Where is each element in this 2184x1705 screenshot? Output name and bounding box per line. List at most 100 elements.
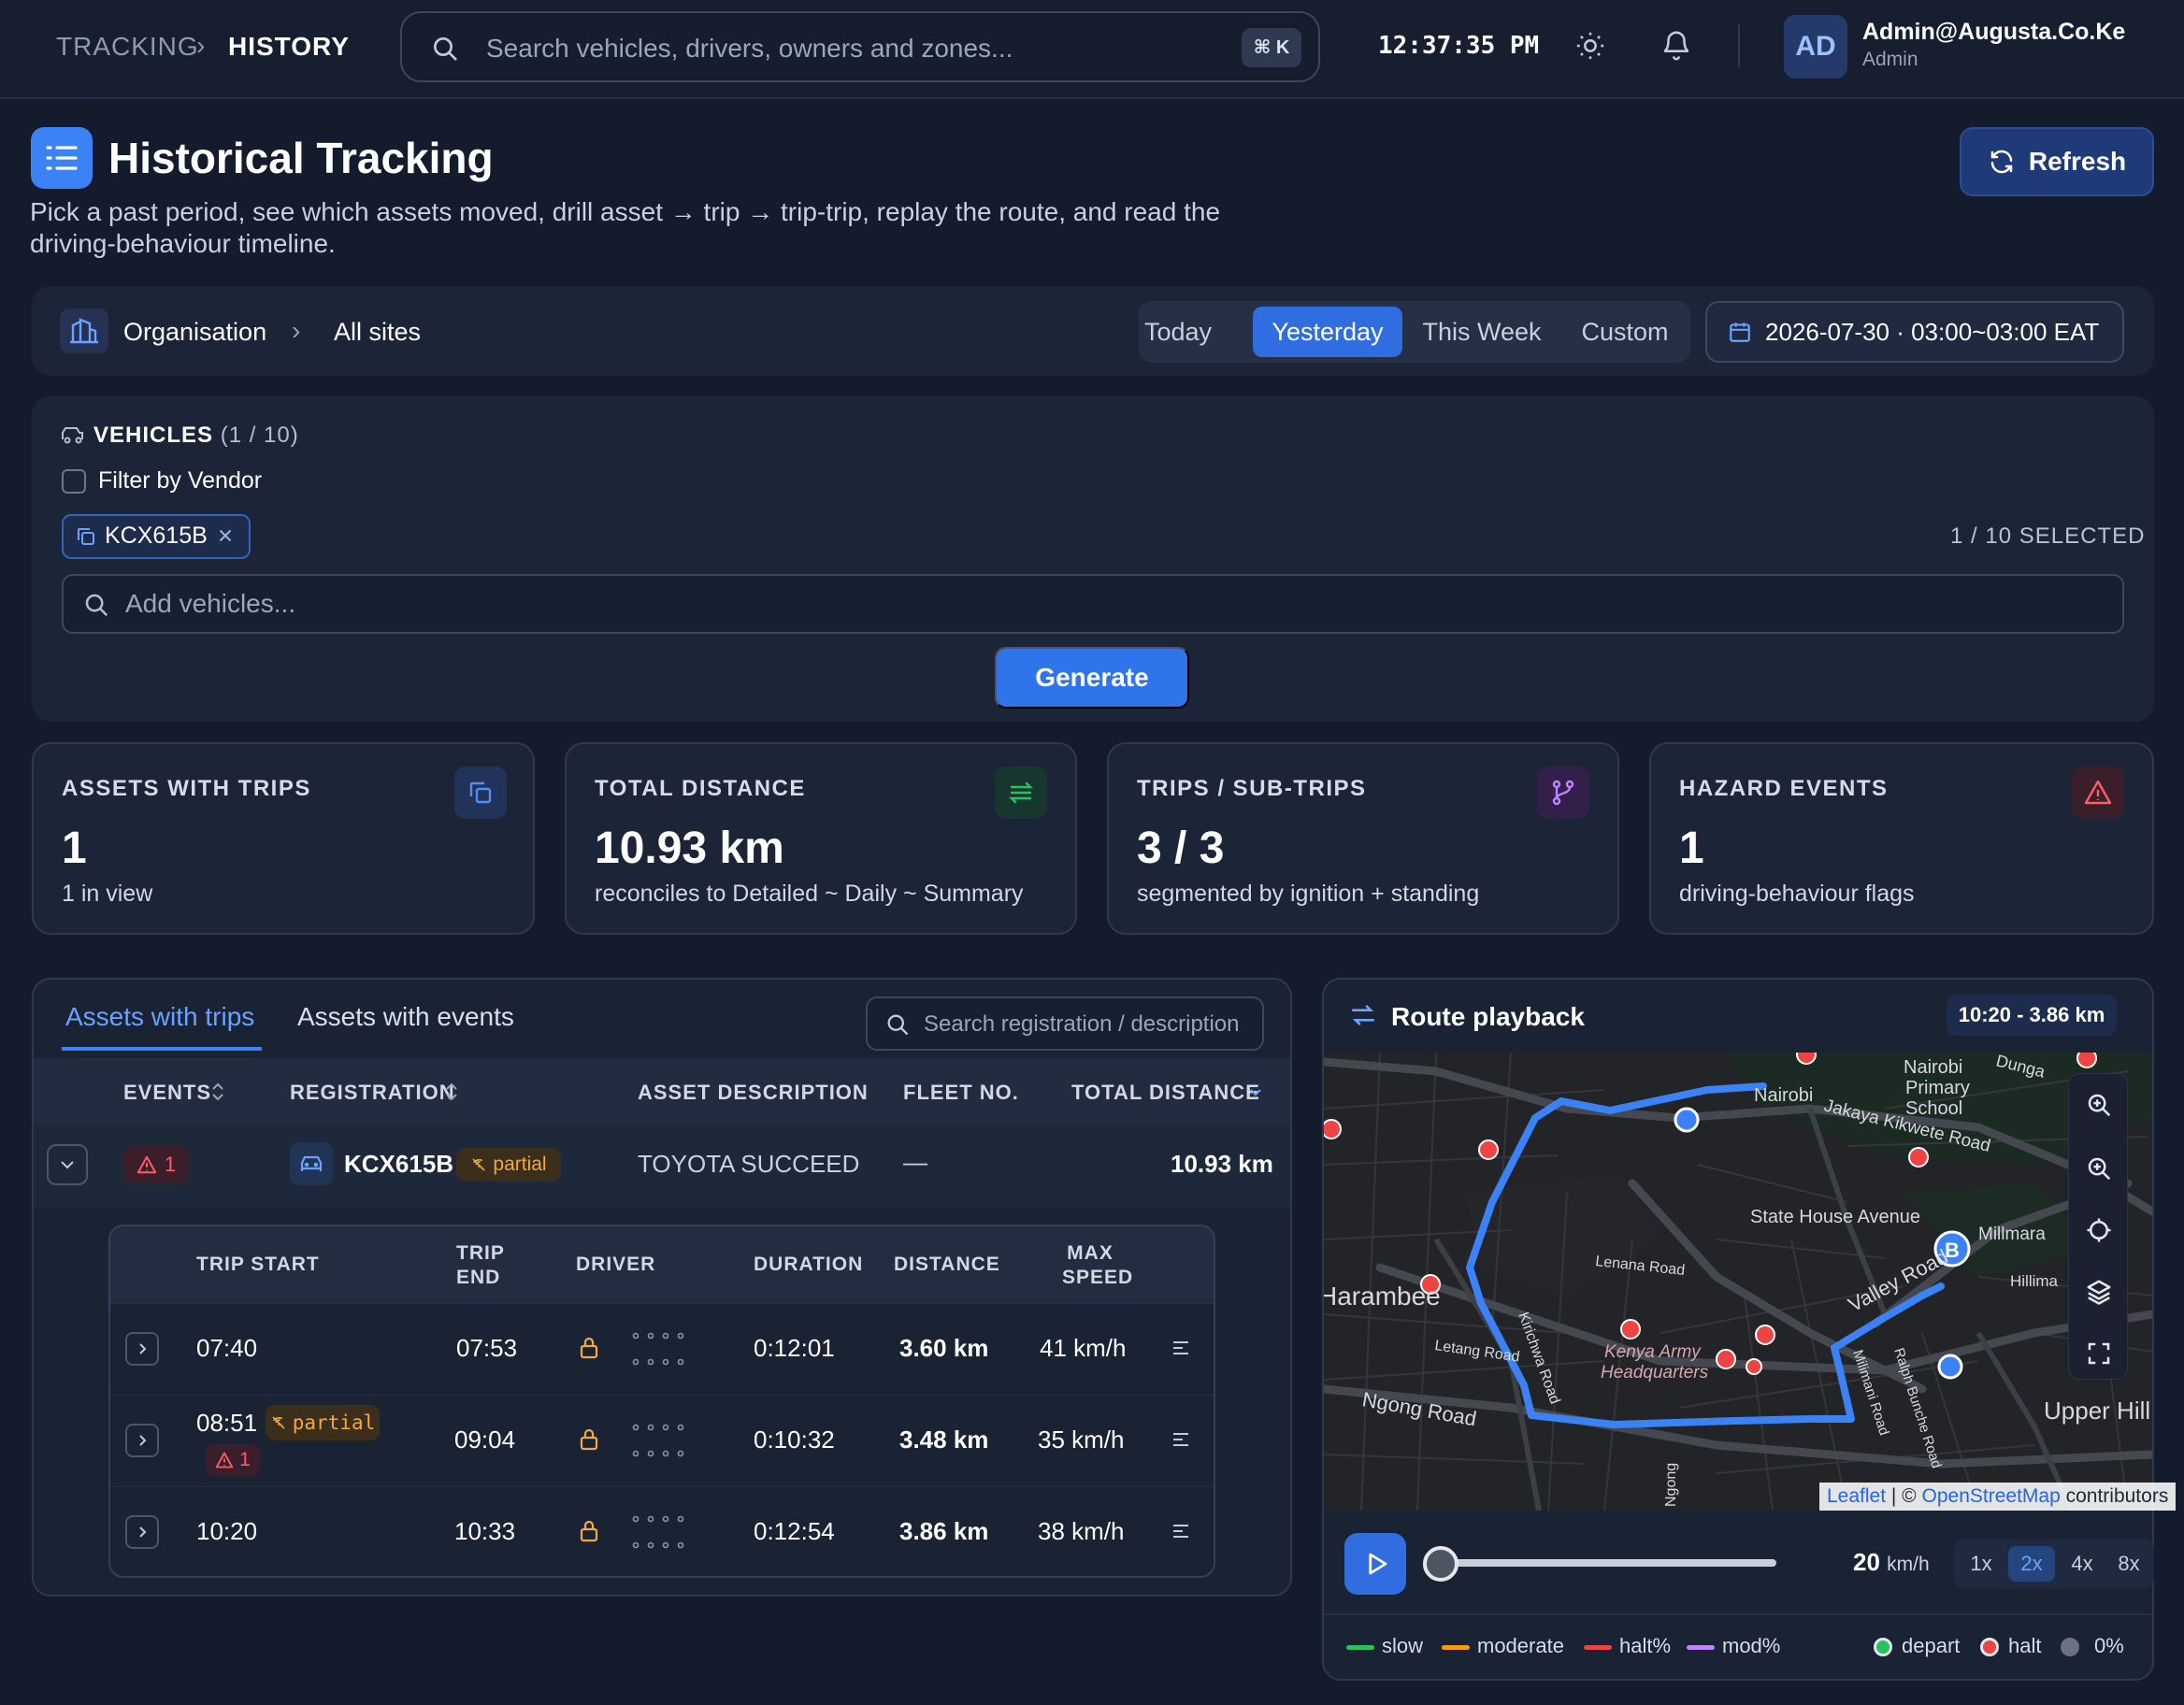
tab-assets-with-events[interactable]: Assets with events [297, 1002, 514, 1032]
column-distance: DISTANCE [894, 1254, 1000, 1275]
lock-icon [580, 1428, 598, 1451]
svg-text:Millmara: Millmara [1978, 1225, 2046, 1244]
column-events[interactable]: EVENTS [123, 1081, 211, 1105]
trip-row[interactable]: 07:40 07:53 0:12:01 3.60 km 41 km/h [110, 1303, 1214, 1395]
trip-duration: 0:12:01 [754, 1334, 835, 1362]
stat-subtitle: reconciles to Detailed ~ Daily ~ Summary [595, 881, 1024, 907]
stat-value: 1 [1679, 824, 1704, 873]
event-count-badge[interactable]: 1 [123, 1146, 189, 1183]
fullscreen-icon[interactable] [2085, 1340, 2113, 1368]
trip-max-speed: 35 km/h [1038, 1426, 1125, 1454]
tab-assets-with-trips[interactable]: Assets with trips [65, 1002, 254, 1032]
period-custom[interactable]: Custom [1559, 307, 1690, 357]
rate-4x[interactable]: 4x [2059, 1546, 2105, 1582]
warning-triangle-icon [2072, 767, 2124, 819]
chevron-down-icon[interactable] [1247, 1084, 1264, 1101]
period-this-week[interactable]: This Week [1412, 307, 1552, 357]
registration[interactable]: KCX615B [344, 1150, 453, 1179]
stat-title: HAZARD EVENTS [1679, 776, 1889, 801]
route-map[interactable]: B Nairobi Nairobi Primary School Jakaya … [1324, 1053, 2152, 1511]
playback-slider[interactable] [1440, 1559, 1776, 1567]
selected-vehicle-label: KCX615B [105, 523, 208, 549]
sort-icon[interactable] [209, 1081, 226, 1103]
calendar-icon [1730, 322, 1750, 342]
asset-search-input[interactable]: Search registration / description [866, 996, 1264, 1051]
zoom-in-icon[interactable] [2085, 1091, 2113, 1119]
trip-expand-button[interactable] [125, 1424, 159, 1457]
zoom-in-icon[interactable] [2085, 1154, 2113, 1182]
history-list-icon [31, 127, 93, 189]
recenter-icon[interactable] [2085, 1216, 2113, 1244]
stat-title: ASSETS WITH TRIPS [62, 776, 311, 801]
trip-row[interactable]: 08:51 partial 1 09:04 0:10:32 3.48 km 35… [110, 1395, 1214, 1486]
site-selector[interactable]: All sites [334, 318, 421, 347]
bell-icon[interactable] [1660, 30, 1692, 62]
column-asset-description: ASSET DESCRIPTION [638, 1081, 869, 1104]
column-driver: DRIVER [576, 1254, 656, 1275]
chevron-right-icon: › [292, 316, 301, 345]
legend-zero: 0% [2094, 1634, 2124, 1657]
trip-event-badge[interactable]: 1 [206, 1444, 260, 1476]
trip-expand-button[interactable] [125, 1515, 159, 1549]
date-range-picker[interactable]: 2026-07-30 · 03:00~03:00 EAT [1705, 301, 2124, 363]
no-signal-icon [472, 1158, 485, 1171]
layers-icon[interactable] [2085, 1278, 2113, 1306]
legend-mod-pct: mod% [1722, 1634, 1781, 1657]
legend-slow: slow [1382, 1634, 1424, 1657]
column-total-distance[interactable]: TOTAL DISTANCE [1071, 1081, 1260, 1105]
search-icon [434, 37, 457, 61]
sun-icon[interactable] [1574, 30, 1606, 62]
user-role: Admin [1862, 49, 1918, 70]
filter-vendor-checkbox[interactable] [62, 469, 86, 494]
trip-expand-button[interactable] [125, 1332, 159, 1366]
play-button[interactable] [1344, 1533, 1406, 1595]
leaflet-link[interactable]: Leaflet [1827, 1485, 1886, 1507]
global-search[interactable]: Search vehicles, drivers, owners and zon… [400, 11, 1320, 82]
asset-copy-icon [454, 767, 507, 819]
chevron-right-icon [139, 1526, 147, 1538]
playback-speed: 20 km/h [1853, 1548, 1930, 1576]
period-yesterday[interactable]: Yesterday [1253, 307, 1402, 357]
trip-duration: 0:10:32 [754, 1426, 835, 1454]
playback-slider-handle[interactable] [1423, 1546, 1458, 1582]
row-collapse-button[interactable] [47, 1144, 88, 1185]
legend-halt-swatch [1584, 1645, 1612, 1650]
rate-8x[interactable]: 8x [2107, 1546, 2150, 1582]
search-icon [887, 1014, 909, 1036]
search-icon [85, 594, 108, 617]
stat-value: 3 / 3 [1137, 824, 1225, 873]
svg-text:Harambee: Harambee [1324, 1282, 1441, 1311]
svg-text:School: School [1905, 1098, 1962, 1119]
clock: 12:37:35 PM [1378, 32, 1540, 60]
rate-1x[interactable]: 1x [1958, 1546, 2004, 1582]
organisation-selector[interactable]: Organisation [123, 318, 266, 347]
refresh-button[interactable]: Refresh [1960, 127, 2154, 196]
remove-chip-icon[interactable] [215, 525, 236, 546]
period-today[interactable]: Today [1144, 307, 1212, 357]
timeline-icon[interactable] [1171, 1338, 1191, 1358]
timeline-icon[interactable] [1171, 1429, 1191, 1450]
stat-subtitle: 1 in view [62, 881, 153, 907]
breadcrumb-tracking[interactable]: TRACKING [56, 32, 199, 62]
sort-icon[interactable] [443, 1081, 460, 1103]
trip-end: 10:33 [454, 1517, 516, 1545]
active-tab-indicator [62, 1047, 262, 1051]
timeline-icon[interactable] [1171, 1521, 1191, 1541]
avatar[interactable]: AD [1784, 15, 1847, 79]
trip-row[interactable]: 10:20 10:33 0:12:54 3.86 km 38 km/h [110, 1486, 1214, 1576]
generate-button[interactable]: Generate [995, 647, 1189, 709]
selected-count: 1 / 10 SELECTED [1950, 523, 2146, 549]
partial-badge: partial [266, 1405, 380, 1440]
trip-start: 07:40 [196, 1334, 258, 1362]
building-icon [60, 308, 108, 353]
osm-link[interactable]: OpenStreetMap [1922, 1485, 2061, 1507]
trip-start: 08:51 [196, 1409, 258, 1437]
map-tiles[interactable]: B Nairobi Nairobi Primary School Jakaya … [1324, 1053, 2152, 1511]
column-registration[interactable]: REGISTRATION [290, 1081, 455, 1105]
filter-vendor-label[interactable]: Filter by Vendor [98, 467, 262, 494]
topbar-divider [1738, 24, 1740, 67]
add-vehicles-input[interactable]: Add vehicles... [62, 574, 2124, 634]
vehicle-icon [62, 427, 83, 444]
rate-2x[interactable]: 2x [2008, 1546, 2055, 1582]
column-fleet-no: FLEET NO. [903, 1081, 1019, 1104]
